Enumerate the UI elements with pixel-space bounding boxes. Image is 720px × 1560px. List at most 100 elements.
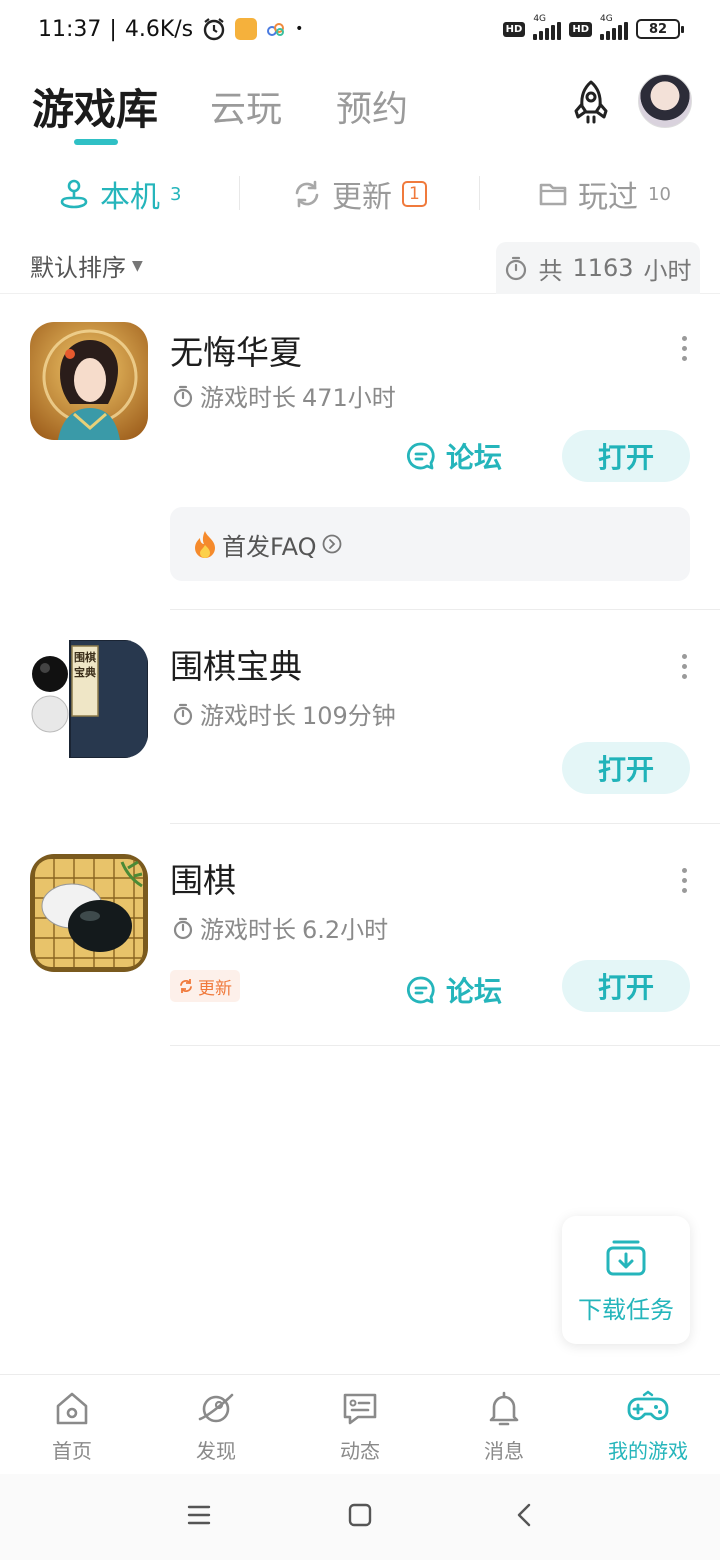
- forum-icon: [407, 976, 435, 1004]
- fire-icon: [195, 531, 215, 558]
- more-options-icon[interactable]: [678, 654, 690, 679]
- tab-reservation[interactable]: 预约: [336, 80, 408, 132]
- battery-icon: 82: [636, 19, 684, 39]
- forum-icon: [407, 442, 435, 470]
- refresh-icon: [180, 979, 192, 993]
- open-button[interactable]: 打开: [562, 742, 690, 794]
- open-button[interactable]: 打开: [562, 960, 690, 1012]
- update-tag[interactable]: 更新: [170, 970, 240, 1002]
- network-speed: 4.6K/s: [124, 16, 194, 42]
- tab-cloud-play[interactable]: 云玩: [210, 80, 282, 132]
- timer-icon: [173, 917, 193, 939]
- subtab-local[interactable]: 本机 3: [58, 172, 181, 216]
- nav-home[interactable]: 首页: [0, 1389, 144, 1464]
- status-dot: •: [295, 21, 304, 37]
- forum-label: 论坛: [446, 441, 503, 474]
- nav-home-label: 首页: [52, 1439, 92, 1463]
- forum-label: 论坛: [446, 975, 503, 1008]
- avatar[interactable]: [638, 74, 692, 128]
- game-title: 围棋宝典: [170, 647, 302, 686]
- subtab-update[interactable]: 更新 1: [292, 172, 427, 216]
- game-title: 围棋: [170, 861, 236, 900]
- refresh-icon: [295, 180, 319, 208]
- total-unit: 小时: [643, 256, 692, 285]
- status-left: 11:37 | 4.6K/s •: [38, 16, 303, 42]
- nav-feed[interactable]: 动态: [288, 1389, 432, 1464]
- download-tray-icon: [606, 1240, 646, 1275]
- home-square-icon[interactable]: [347, 1502, 373, 1528]
- subtab-local-count: 3: [170, 183, 182, 205]
- timer-icon: [506, 256, 527, 281]
- subtab-played-count: 10: [648, 183, 671, 205]
- divider: [239, 176, 240, 210]
- menu-icon[interactable]: [186, 1502, 212, 1528]
- forum-button[interactable]: 论坛: [406, 970, 502, 1010]
- network-type: 4G: [600, 14, 613, 24]
- play-time: 游戏时长 471小时: [172, 378, 396, 413]
- chevron-right-circle-icon: [322, 534, 341, 554]
- play-time-label: 游戏时长: [200, 916, 296, 944]
- notification-app-icon: [235, 18, 258, 40]
- game-item[interactable]: 围棋 游戏时长 6.2小时 更新 论坛 打开: [0, 824, 720, 1046]
- sort-row: 默认排序 ▼ 共 1163 小时: [0, 240, 720, 294]
- game-icon-weiqi[interactable]: [30, 854, 148, 972]
- signal-icon: 4G: [600, 14, 628, 40]
- status-bar: 11:37 | 4.6K/s • HD 4G HD 4G 82: [0, 0, 720, 64]
- nav-my-games[interactable]: 我的游戏: [576, 1389, 720, 1464]
- timer-icon: [173, 385, 193, 407]
- faq-banner[interactable]: 首发FAQ: [170, 507, 690, 581]
- joystick-icon: [60, 179, 88, 209]
- play-time-value: 6.2小时: [302, 916, 389, 944]
- nav-discover-label: 发现: [196, 1439, 236, 1463]
- nav-messages-label: 消息: [484, 1439, 524, 1463]
- total-playtime: 共 1163 小时: [496, 242, 700, 294]
- more-options-icon[interactable]: [678, 868, 690, 893]
- subtab-played[interactable]: 玩过 10: [538, 172, 671, 216]
- sort-label: 默认排序: [30, 254, 126, 282]
- book-title-label: 围棋宝典: [74, 651, 96, 679]
- hd-icon: HD: [502, 21, 526, 37]
- sub-tabs: 本机 3 更新 1 玩过 10: [0, 162, 720, 222]
- play-time-value: 109分钟: [302, 702, 396, 730]
- status-right: HD 4G HD 4G 82: [502, 14, 684, 40]
- game-icon-weiqi-baodian[interactable]: 围棋宝典: [30, 640, 148, 758]
- total-hours: 1163: [572, 254, 634, 282]
- download-tasks-button[interactable]: 下载任务: [562, 1216, 690, 1344]
- gamepad-icon: [627, 1390, 669, 1421]
- more-options-icon[interactable]: [678, 336, 690, 361]
- update-tag-label: 更新: [198, 978, 232, 999]
- play-time: 游戏时长 6.2小时: [172, 910, 388, 945]
- play-time: 游戏时长 109分钟: [172, 696, 396, 731]
- nav-feed-label: 动态: [340, 1439, 380, 1463]
- message-board-icon: [343, 1393, 377, 1425]
- forum-button[interactable]: 论坛: [406, 436, 502, 476]
- folder-icon: [539, 183, 567, 206]
- active-tab-indicator: [74, 139, 118, 145]
- nav-messages[interactable]: 消息: [432, 1389, 576, 1464]
- clock: 11:37: [38, 16, 102, 42]
- signal-icon: 4G: [533, 14, 562, 40]
- game-icon-wuhui-huaxia[interactable]: [30, 322, 148, 440]
- top-header: 游戏库 云玩 预约: [0, 64, 720, 154]
- subtab-played-label: 玩过: [578, 180, 638, 215]
- hd-icon: HD: [569, 21, 592, 37]
- rocket-icon[interactable]: [566, 78, 616, 128]
- game-item[interactable]: 无悔华夏 游戏时长 471小时 论坛 打开 首发FAQ: [0, 296, 720, 610]
- faq-label: 首发FAQ: [222, 532, 317, 561]
- bottom-nav: 首页 发现 动态 消息 我的游戏: [0, 1374, 720, 1474]
- play-time-value: 471小时: [302, 384, 396, 412]
- download-tasks-label: 下载任务: [578, 1295, 674, 1324]
- nav-discover[interactable]: 发现: [144, 1389, 288, 1464]
- back-icon[interactable]: [512, 1502, 538, 1528]
- bell-icon: [489, 1391, 519, 1426]
- planet-icon: [198, 1393, 234, 1423]
- status-separator: |: [109, 16, 117, 42]
- caret-down-icon: ▼: [132, 257, 143, 274]
- update-count-badge: 1: [402, 181, 427, 207]
- sort-dropdown[interactable]: 默认排序 ▼: [30, 248, 143, 283]
- network-type: 4G: [533, 14, 547, 24]
- game-item[interactable]: 围棋宝典 围棋宝典 游戏时长 109分钟 打开: [0, 610, 720, 824]
- open-button[interactable]: 打开: [562, 430, 690, 482]
- home-icon: [56, 1392, 88, 1425]
- tab-game-library[interactable]: 游戏库: [32, 76, 158, 137]
